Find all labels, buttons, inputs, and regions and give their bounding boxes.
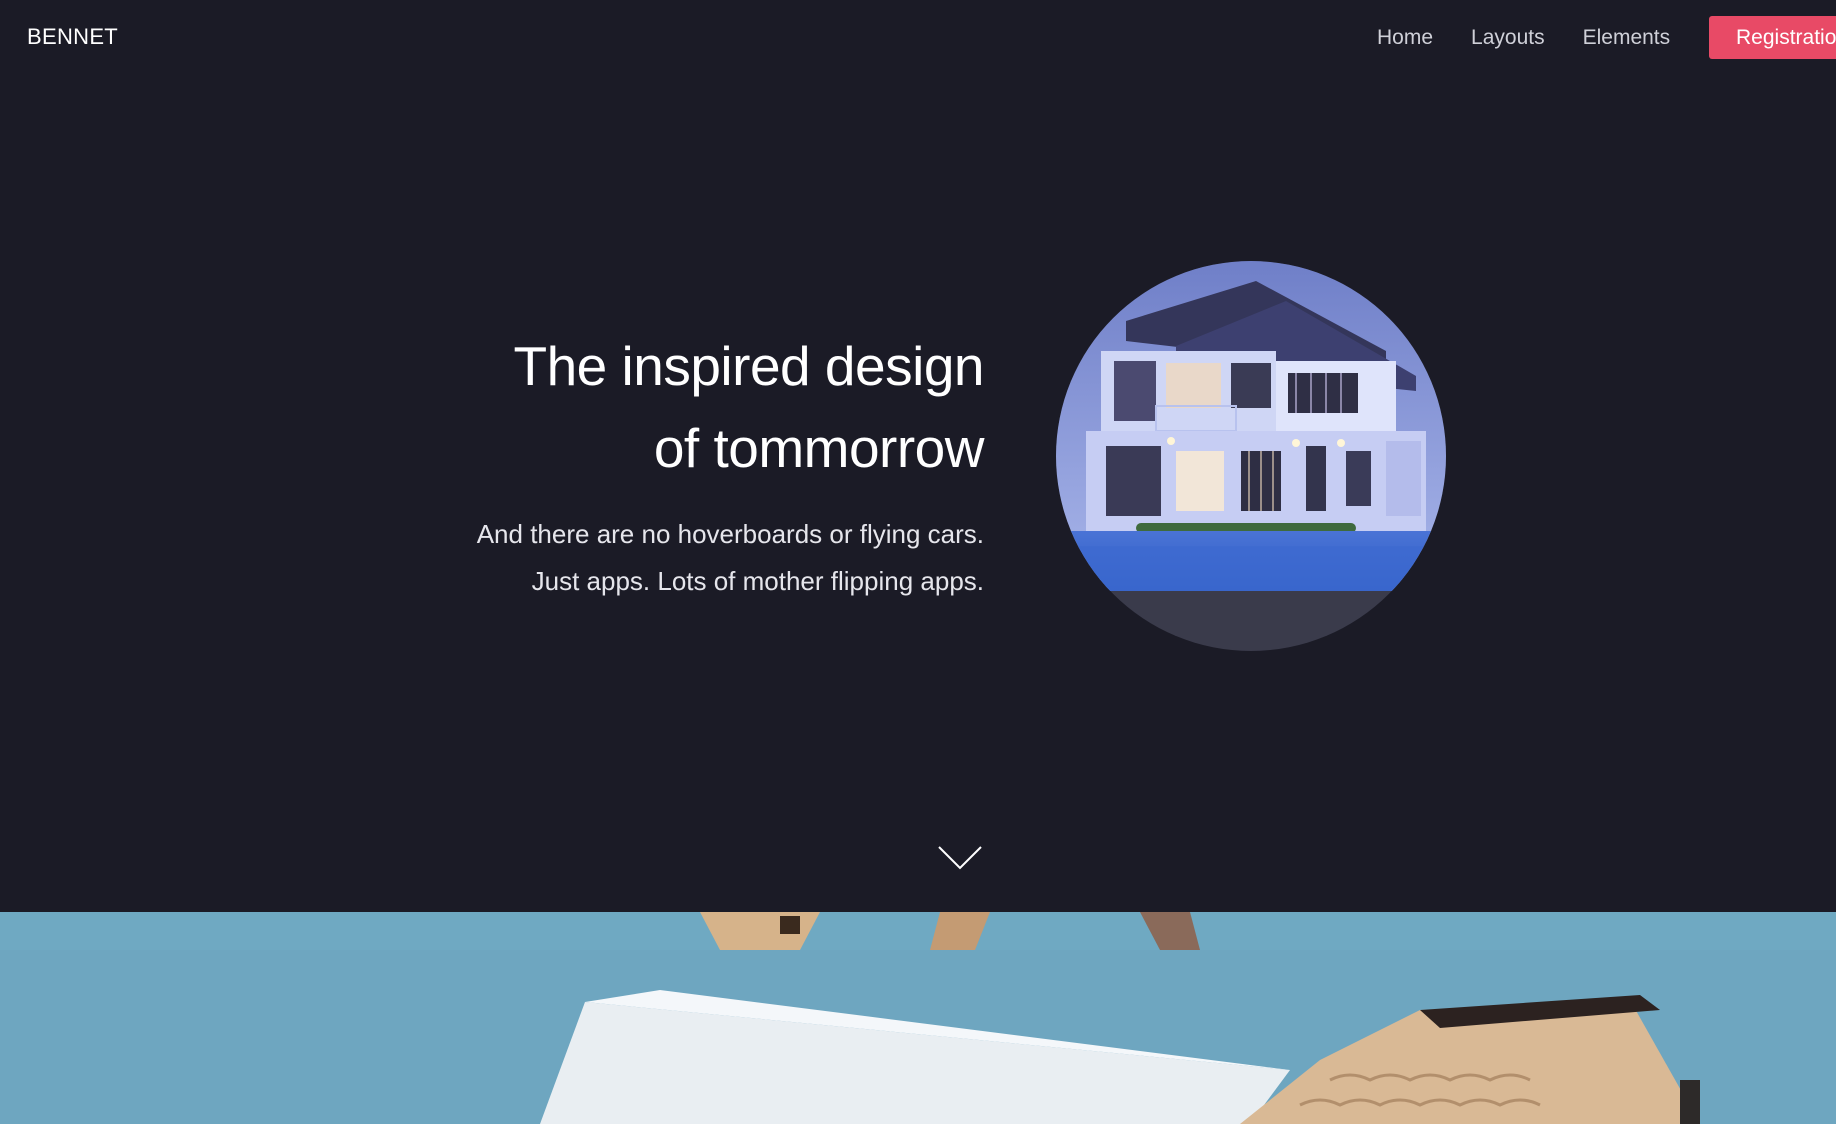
registration-button[interactable]: Registration: [1709, 16, 1836, 59]
hero-subtitle: And there are no hoverboards or flying c…: [384, 511, 984, 605]
hero-title-line-1: The inspired design: [513, 335, 984, 397]
top-navbar: BENNET Home Layouts Elements Registratio…: [0, 0, 1836, 76]
section-image-strip: [0, 912, 1836, 950]
hero-subtitle-line-2: Just apps. Lots of mother flipping apps.: [531, 566, 984, 596]
nav-item-layouts[interactable]: Layouts: [1471, 26, 1545, 50]
house-image: [1056, 261, 1446, 591]
landing-page: BENNET Home Layouts Elements Registratio…: [0, 0, 1836, 1124]
nav-item-elements[interactable]: Elements: [1583, 26, 1671, 50]
nav-item-home[interactable]: Home: [1377, 26, 1433, 50]
toy-house-photo: [0, 950, 1836, 1124]
hero-text-block: The inspired design of tommorrow And the…: [384, 325, 985, 605]
hero-image-circle: [1056, 261, 1446, 651]
hero-subtitle-line-1: And there are no hoverboards or flying c…: [476, 519, 984, 549]
chevron-down-icon[interactable]: [937, 845, 983, 871]
nav-links: Home Layouts Elements: [1377, 0, 1708, 76]
section-image-main: [0, 950, 1836, 1124]
brand-logo[interactable]: BENNET: [27, 24, 118, 50]
toy-house-pieces-image: [0, 912, 1836, 950]
hero-title-line-2: of tommorrow: [653, 417, 985, 479]
hero-title: The inspired design of tommorrow: [384, 325, 984, 489]
